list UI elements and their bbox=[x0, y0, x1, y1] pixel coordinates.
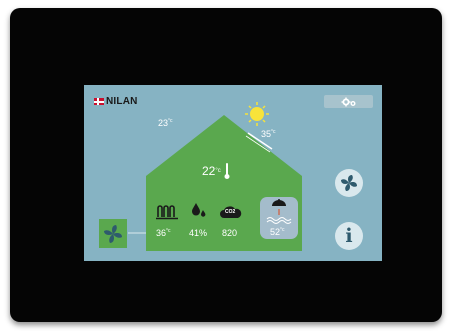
thermometer-icon bbox=[224, 163, 230, 179]
ventilation-fan-button[interactable] bbox=[99, 219, 127, 248]
hot-water-tile[interactable]: 52°c bbox=[260, 197, 298, 239]
touch-screen: NILAN 23°c 35°c 22 °c 36°c 41% CO2 820 5… bbox=[84, 85, 382, 261]
info-button[interactable]: i bbox=[335, 222, 363, 250]
humidity-drops-icon bbox=[192, 203, 206, 217]
fan-icon bbox=[104, 224, 122, 243]
indoor-temperature: 22 °c bbox=[202, 162, 230, 180]
outdoor-temp-shade: 23°c bbox=[158, 118, 173, 128]
fan-icon bbox=[341, 175, 357, 191]
co2-readout: 820 bbox=[222, 228, 238, 238]
info-icon: i bbox=[345, 224, 353, 247]
hot-water-temp: 52°c bbox=[270, 227, 285, 237]
fan-mode-button[interactable] bbox=[335, 169, 363, 197]
hot-water-tank-icon bbox=[266, 199, 292, 224]
radiator-icon bbox=[156, 205, 178, 220]
heating-temp: 36°c bbox=[156, 228, 171, 238]
outdoor-temp-sun: 35°c bbox=[261, 129, 276, 139]
sun-icon bbox=[245, 102, 269, 126]
co2-cloud-icon: CO2 bbox=[219, 206, 243, 219]
co2-icon-label: CO2 bbox=[225, 209, 236, 215]
humidity-readout: 41% bbox=[189, 228, 208, 238]
